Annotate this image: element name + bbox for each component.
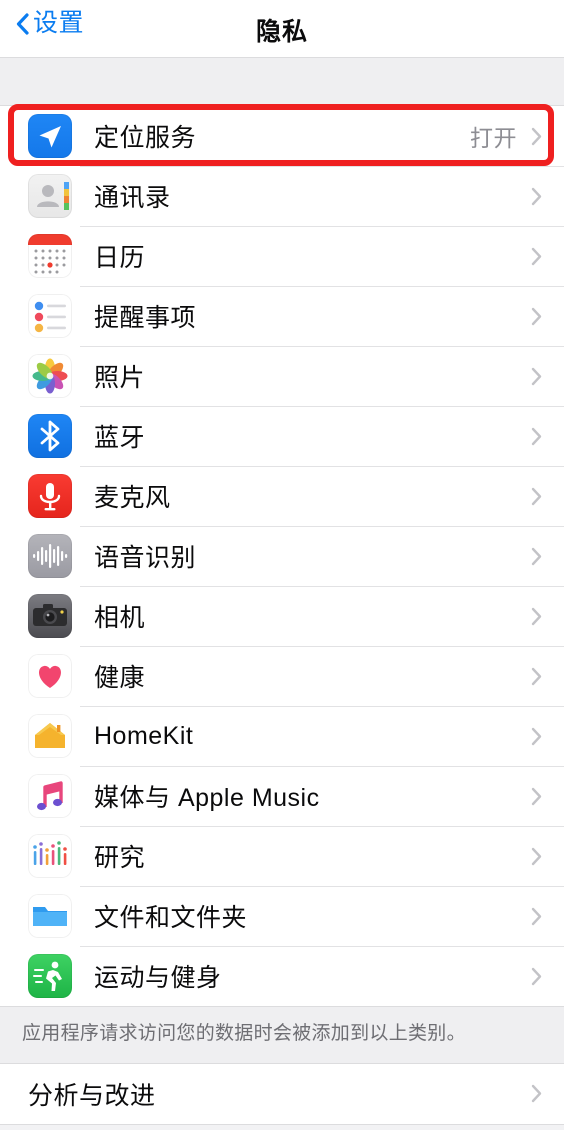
chevron-right-icon [531, 667, 542, 685]
contacts-icon [28, 174, 72, 218]
row-label: 运动与健身 [94, 964, 222, 992]
row-label: 研究 [94, 844, 146, 872]
row-label: 分析与改进 [28, 1081, 156, 1110]
calendar-icon [28, 234, 72, 278]
row-label: 文件和文件夹 [94, 904, 248, 932]
page-title: 隐私 [255, 18, 308, 46]
row-bluetooth[interactable]: 蓝牙 [0, 406, 564, 466]
files-icon [28, 894, 72, 938]
chevron-right-icon [531, 847, 542, 865]
row-label: 照片 [94, 364, 146, 392]
row-value: 打开 [470, 125, 517, 151]
row-health[interactable]: 健康 [0, 646, 564, 706]
row-label: 日历 [94, 244, 146, 272]
chevron-right-icon [531, 127, 542, 145]
navigation-bar: 设置 隐私 [0, 0, 564, 58]
chevron-right-icon [531, 1084, 542, 1103]
row-reminders[interactable]: 提醒事项 [0, 286, 564, 346]
chevron-right-icon [531, 907, 542, 925]
privacy-settings-screen: 设置 隐私 定位服务 打开 通讯录 日历 提醒事项 照片 蓝牙 麦克风 语音识别… [0, 0, 564, 1130]
row-label: 提醒事项 [94, 304, 197, 332]
row-label: 媒体与 Apple Music [94, 784, 320, 812]
privacy-footer-note: 应用程序请求访问您的数据时会被添加到以上类别。 [0, 1007, 564, 1063]
chevron-right-icon [531, 307, 542, 325]
row-camera[interactable]: 相机 [0, 586, 564, 646]
analytics-group: 分析与改进 [0, 1062, 564, 1125]
row-motion-fitness[interactable]: 运动与健身 [0, 946, 564, 1006]
chevron-right-icon [531, 487, 542, 505]
row-microphone[interactable]: 麦克风 [0, 466, 564, 526]
chevron-right-icon [531, 247, 542, 265]
row-files-and-folders[interactable]: 文件和文件夹 [0, 886, 564, 946]
row-calendar[interactable]: 日历 [0, 226, 564, 286]
section-gap-top [0, 58, 564, 105]
speech-recognition-icon [28, 534, 72, 578]
row-photos[interactable]: 照片 [0, 346, 564, 406]
chevron-right-icon [531, 547, 542, 565]
homekit-icon [28, 714, 72, 758]
row-location-services[interactable]: 定位服务 打开 [0, 106, 564, 166]
row-homekit[interactable]: HomeKit [0, 706, 564, 766]
row-contacts[interactable]: 通讯录 [0, 166, 564, 226]
row-label: 健康 [94, 664, 146, 692]
row-media-apple-music[interactable]: 媒体与 Apple Music [0, 766, 564, 826]
music-icon [28, 774, 72, 818]
row-label: 通讯录 [94, 184, 171, 212]
chevron-right-icon [531, 967, 542, 985]
chevron-right-icon [531, 727, 542, 745]
chevron-right-icon [531, 187, 542, 205]
photos-icon [28, 354, 72, 398]
row-label: 蓝牙 [94, 424, 146, 452]
chevron-right-icon [531, 607, 542, 625]
location-services-icon [28, 114, 72, 158]
fitness-icon [28, 954, 72, 998]
row-label: 相机 [94, 604, 146, 632]
row-analytics-improvements[interactable]: 分析与改进 [0, 1063, 564, 1124]
row-label: 麦克风 [94, 484, 171, 512]
microphone-icon [28, 474, 72, 518]
bluetooth-icon [28, 414, 72, 458]
row-label: HomeKit [94, 721, 194, 750]
chevron-right-icon [531, 367, 542, 385]
camera-icon [28, 594, 72, 638]
research-icon [28, 834, 72, 878]
privacy-settings-group: 定位服务 打开 通讯录 日历 提醒事项 照片 蓝牙 麦克风 语音识别 相机 健康… [0, 105, 564, 1007]
row-speech-recognition[interactable]: 语音识别 [0, 526, 564, 586]
health-icon [28, 654, 72, 698]
row-label: 语音识别 [94, 544, 197, 572]
row-research[interactable]: 研究 [0, 826, 564, 886]
chevron-right-icon [531, 427, 542, 445]
reminders-icon [28, 294, 72, 338]
row-label: 定位服务 [94, 124, 197, 152]
chevron-right-icon [531, 787, 542, 805]
